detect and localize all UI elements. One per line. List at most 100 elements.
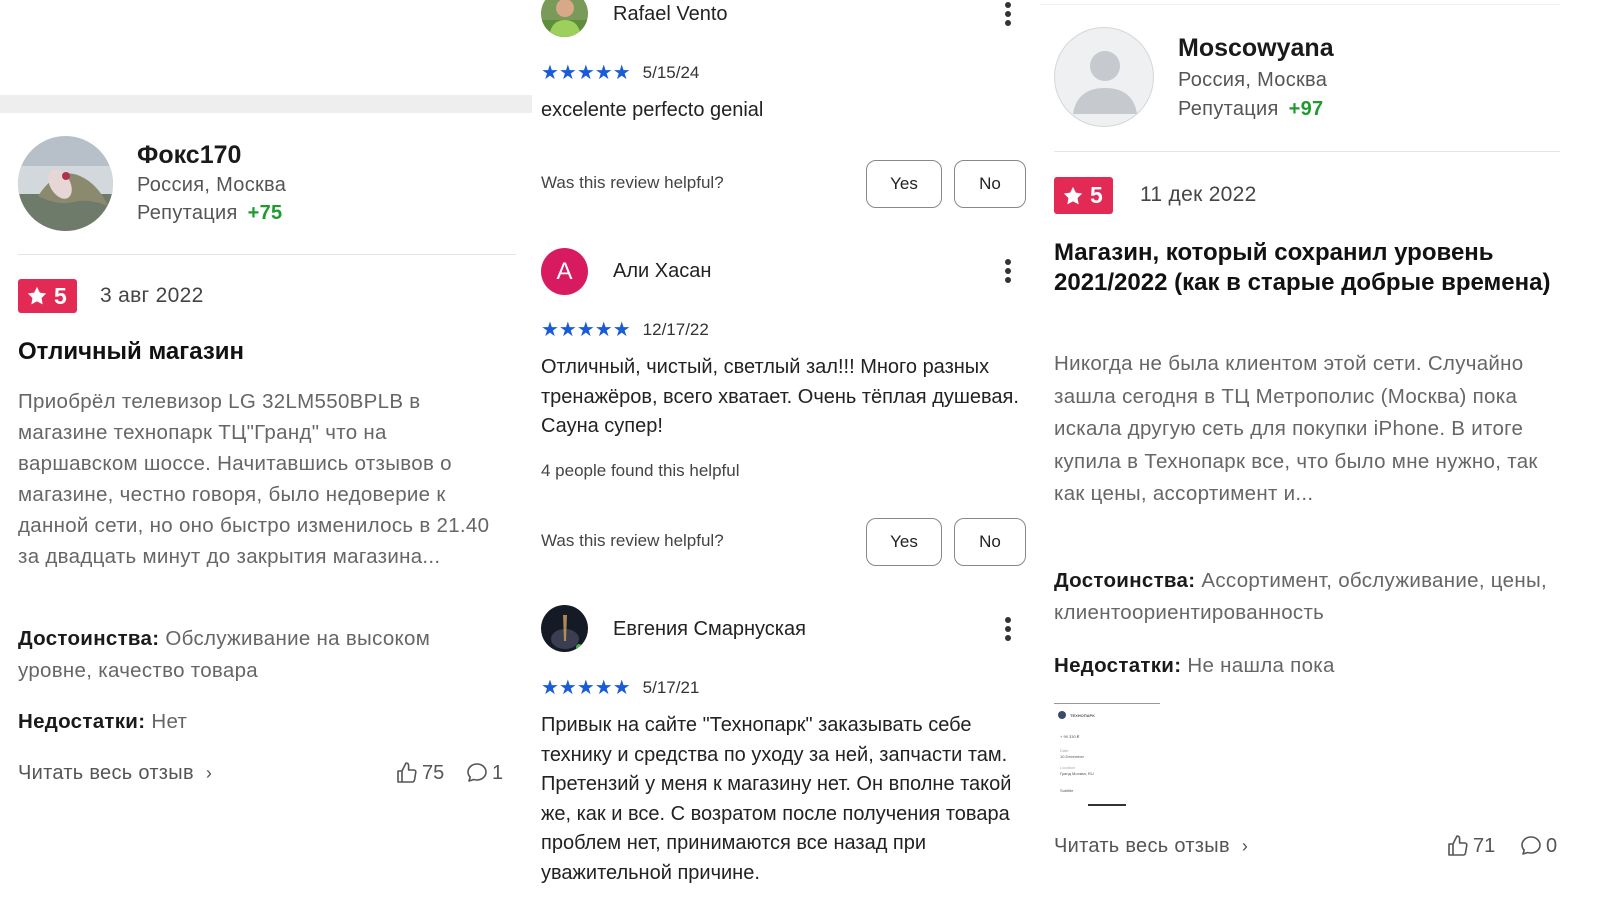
review-date: 3 авг 2022 — [100, 284, 204, 307]
chevron-right-icon: › — [205, 763, 213, 783]
attachment-location-label: Location — [1060, 765, 1076, 770]
avatar-letter: A — [556, 257, 573, 285]
divider — [1054, 151, 1560, 152]
thumbs-up-icon — [397, 762, 417, 783]
user-name[interactable]: Rafael Vento — [613, 3, 728, 26]
review-pros: Достоинства: Обслуживание на высоком уро… — [18, 623, 498, 687]
review-rating: ★★★★★ 12/17/22 — [541, 320, 709, 340]
user-avatar[interactable]: A — [541, 248, 588, 295]
google-review: Rafael Vento ★★★★★ 5/15/24 excelente per… — [541, 0, 1031, 230]
comment-icon — [467, 763, 487, 782]
user-location: Россия, Москва — [1178, 69, 1328, 91]
user-avatar[interactable] — [541, 605, 588, 652]
stars-icon: ★★★★★ — [541, 319, 631, 341]
stars-icon: ★★★★★ — [541, 62, 631, 84]
helpful-no-button[interactable]: No — [954, 518, 1026, 566]
store-logo-icon — [1058, 711, 1066, 719]
pros-label: Достоинства: — [1054, 569, 1196, 592]
user-name[interactable]: Moscowyana — [1178, 34, 1334, 63]
likes-count: 71 — [1473, 834, 1496, 857]
rating-badge: 5 — [18, 279, 77, 313]
user-reputation: Репутация +75 — [137, 202, 282, 225]
attachment-price: + 99 330 ₽ — [1060, 734, 1080, 739]
cons-label: Недостатки: — [1054, 654, 1182, 677]
review-title: Отличный магазин — [18, 338, 245, 365]
stars-icon: ★★★★★ — [541, 677, 631, 699]
review-date: 12/17/22 — [642, 320, 709, 339]
found-helpful-count: 4 people found this helpful — [541, 461, 740, 480]
divider — [1040, 4, 1560, 5]
comments-count: 0 — [1546, 834, 1558, 857]
fish-photo-icon — [18, 136, 113, 231]
reputation-label: Репутация — [137, 202, 238, 224]
rating-badge: 5 — [1054, 177, 1113, 214]
review-date: 5/17/21 — [642, 678, 700, 697]
review-rating: ★★★★★ 5/15/24 — [541, 63, 699, 83]
attachment-location: Гранд Москва, RU — [1060, 771, 1094, 776]
person-photo-icon — [541, 0, 588, 37]
pros-label: Достоинства: — [18, 627, 160, 650]
read-more-label: Читать весь отзыв — [18, 762, 194, 784]
default-user-icon — [1073, 51, 1137, 114]
user-reputation: Репутация +97 — [1178, 98, 1323, 121]
cons-label: Недостатки: — [18, 710, 146, 733]
divider — [18, 254, 516, 255]
home-indicator — [1088, 804, 1126, 806]
review-body: Приобрёл телевизор LG 32LM550BPLB в мага… — [18, 390, 490, 568]
star-icon — [1063, 186, 1083, 204]
likes-count: 75 — [422, 761, 445, 784]
review-body: Никогда не была клиентом этой сети. Случ… — [1054, 352, 1538, 505]
google-review: Евгения Смарнуская ★★★★★ 5/17/21 Привык … — [541, 603, 1031, 900]
user-name[interactable]: Али Хасан — [613, 260, 711, 283]
chevron-right-icon: › — [1241, 836, 1249, 856]
read-more-label: Читать весь отзыв — [1054, 835, 1230, 857]
review-text: Отличный, чистый, светлый зал!!! Много р… — [541, 356, 1019, 437]
helpful-question: Was this review helpful? — [541, 173, 724, 192]
reputation-value: +97 — [1288, 98, 1324, 120]
like-button[interactable]: 71 — [1446, 834, 1495, 858]
review-cons: Недостатки: Не нашла пока — [1054, 650, 1566, 682]
more-options-icon[interactable] — [996, 0, 1020, 34]
read-full-review-link[interactable]: Читать весь отзыв › — [18, 762, 212, 785]
review-date: 5/15/24 — [642, 63, 700, 82]
comments-button[interactable]: 0 — [1519, 834, 1557, 858]
star-icon — [27, 286, 47, 305]
thumbs-up-icon — [1448, 835, 1468, 856]
reputation-label: Репутация — [1178, 98, 1279, 120]
review-card-left: Фокс170 Россия, Москва Репутация +75 5 3 … — [0, 0, 532, 900]
user-avatar[interactable] — [18, 136, 113, 231]
attachment-thumbnail[interactable]: ТЕХНОПАРК + 99 330 ₽ Date 10 December Lo… — [1054, 703, 1160, 808]
cons-text: Нет — [151, 710, 188, 733]
review-cons: Недостатки: Нет — [18, 706, 498, 738]
cons-text: Не нашла пока — [1187, 654, 1335, 677]
comments-count: 1 — [492, 761, 504, 784]
attachment-brand: ТЕХНОПАРК — [1070, 713, 1095, 718]
comment-icon — [1521, 836, 1541, 855]
read-full-review-link[interactable]: Читать весь отзыв › — [1054, 835, 1248, 858]
comments-button[interactable]: 1 — [465, 761, 503, 785]
night-sky-photo-icon — [541, 605, 588, 652]
attachment-date-label: Date — [1060, 748, 1069, 753]
review-text: Привык на сайте "Технопарк" заказывать с… — [541, 714, 1012, 884]
user-name[interactable]: Фокс170 — [137, 141, 241, 170]
user-name[interactable]: Евгения Смарнуская — [613, 618, 806, 641]
like-button[interactable]: 75 — [395, 761, 444, 785]
google-review: A Али Хасан ★★★★★ 12/17/22 Отличный, чис… — [541, 245, 1031, 575]
review-pros: Достоинства: Ассортимент, обслуживание, … — [1054, 565, 1566, 629]
reputation-value: +75 — [247, 202, 283, 224]
review-title: Магазин, который сохранил уровень 2021/2… — [1054, 239, 1551, 296]
helpful-yes-button[interactable]: Yes — [866, 518, 942, 566]
attachment-date: 10 December — [1060, 754, 1085, 759]
more-options-icon[interactable] — [996, 609, 1020, 649]
more-options-icon[interactable] — [996, 251, 1020, 291]
review-card-right: Moscowyana Россия, Москва Репутация +97 5… — [1040, 0, 1600, 900]
user-location: Россия, Москва — [137, 174, 287, 196]
user-avatar[interactable] — [1054, 27, 1154, 127]
user-avatar[interactable] — [541, 0, 588, 37]
rating-value: 5 — [1090, 182, 1103, 208]
helpful-question: Was this review helpful? — [541, 531, 724, 550]
helpful-no-button[interactable]: No — [954, 160, 1026, 208]
rating-value: 5 — [54, 282, 67, 309]
helpful-yes-button[interactable]: Yes — [866, 160, 942, 208]
review-date: 11 дек 2022 — [1140, 183, 1257, 206]
